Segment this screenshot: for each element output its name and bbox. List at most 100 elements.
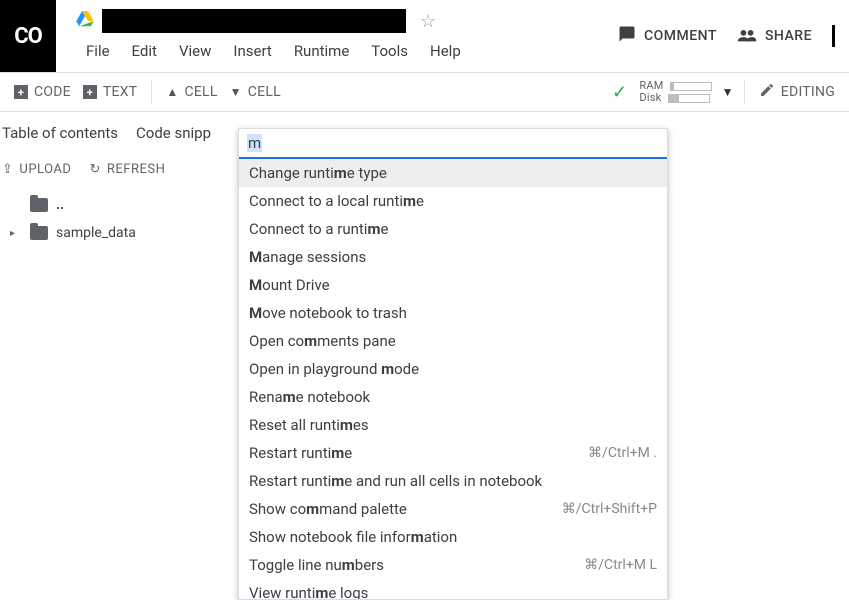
tab-table-of-contents[interactable]: Table of contents xyxy=(2,124,118,142)
palette-item-label: Toggle line numbers xyxy=(249,556,384,574)
palette-item[interactable]: Reset all runtimes xyxy=(239,411,667,439)
palette-item-label: Restart runtime and run all cells in not… xyxy=(249,472,542,490)
plus-icon: + xyxy=(14,85,28,99)
menu-tools[interactable]: Tools xyxy=(361,38,418,64)
folder-icon xyxy=(30,198,48,212)
tb-insert-group: + CODE + TEXT xyxy=(0,73,151,111)
tb-mode-group: EDITING xyxy=(745,73,849,111)
palette-item-label: Open in playground mode xyxy=(249,360,419,378)
header-actions: COMMENT SHARE xyxy=(618,0,849,72)
toolbar: + CODE + TEXT ▲ CELL ▼CELL ✓ RAM Disk ▼ EDI… xyxy=(0,72,849,112)
palette-item-label: Show command palette xyxy=(249,500,407,518)
palette-item-label: Open comments pane xyxy=(249,332,396,350)
refresh-label: REFRESH xyxy=(107,162,165,177)
palette-item[interactable]: Show notebook file information xyxy=(239,523,667,551)
menu-bar: FileEditViewInsertRuntimeToolsHelp xyxy=(76,36,618,66)
palette-item-label: Mount Drive xyxy=(249,276,330,294)
palette-item[interactable]: Restart runtime and run all cells in not… xyxy=(239,467,667,495)
arrow-down-icon: ▼ xyxy=(230,85,242,99)
command-palette: m Change runtime type Connect to a local … xyxy=(238,128,668,600)
palette-item[interactable]: Open comments pane xyxy=(239,327,667,355)
cell-up-label: CELL xyxy=(184,84,217,100)
folder-label: sample_data xyxy=(56,225,136,241)
chevron-right-icon: ▸ xyxy=(10,228,22,239)
header: CO ☆ FileEditViewInsertRuntimeToolsHelp … xyxy=(0,0,849,72)
palette-item[interactable]: Toggle line numbers⌘/Ctrl+M L xyxy=(239,551,667,579)
upload-button[interactable]: ⇪ UPLOAD xyxy=(2,162,71,177)
share-icon xyxy=(737,26,757,47)
palette-item-label: Connect to a local runtime xyxy=(249,192,424,210)
connected-check-icon: ✓ xyxy=(612,82,627,103)
resource-meter[interactable]: RAM Disk xyxy=(639,80,711,104)
arrow-up-icon: ▲ xyxy=(166,85,178,99)
palette-item[interactable]: Restart runtime ⌘/Ctrl+M . xyxy=(239,439,667,467)
palette-search-input[interactable]: m xyxy=(239,129,667,159)
refresh-icon: ↻ xyxy=(89,162,100,177)
palette-item[interactable]: Open in playground mode xyxy=(239,355,667,383)
star-icon[interactable]: ☆ xyxy=(420,11,436,32)
palette-item[interactable]: View runtime logs xyxy=(239,579,667,599)
sidebar: Table of contents Code snipp ⇪ UPLOAD ↻ RE… xyxy=(0,112,240,577)
add-code-button[interactable]: + CODE xyxy=(14,84,71,100)
tb-cell-group: ▲ CELL ▼CELL xyxy=(152,73,295,111)
text-label: TEXT xyxy=(103,84,137,100)
plus-icon: + xyxy=(83,85,97,99)
palette-item[interactable]: Change runtime type xyxy=(239,159,667,187)
palette-item[interactable]: Move notebook to trash xyxy=(239,299,667,327)
palette-list: Change runtime type Connect to a local ru… xyxy=(239,159,667,599)
folder-row[interactable]: ▸ sample_data xyxy=(10,219,240,247)
folder-icon xyxy=(30,226,48,240)
comment-button[interactable]: COMMENT xyxy=(618,25,717,48)
add-text-button[interactable]: + TEXT xyxy=(83,84,137,100)
palette-item[interactable]: Connect to a runtime xyxy=(239,215,667,243)
upload-label: UPLOAD xyxy=(19,162,71,177)
cell-up-button[interactable]: ▲ CELL xyxy=(166,84,217,100)
palette-item[interactable]: Show command palette ⌘/Ctrl+Shift+P xyxy=(239,495,667,523)
palette-item-label: Rename notebook xyxy=(249,388,370,406)
palette-item-label: Restart runtime xyxy=(249,444,352,462)
parent-dir-label: .. xyxy=(56,197,64,213)
palette-item-label: Change runtime type xyxy=(249,164,387,182)
disk-label: Disk xyxy=(639,92,661,104)
sidebar-tabs: Table of contents Code snipp xyxy=(0,120,240,152)
drive-icon xyxy=(76,11,94,31)
editing-mode-button[interactable]: EDITING xyxy=(759,82,835,102)
palette-item[interactable]: Manage sessions xyxy=(239,243,667,271)
tab-code-snippets[interactable]: Code snipp xyxy=(136,124,211,142)
menu-edit[interactable]: Edit xyxy=(122,38,167,64)
menu-runtime[interactable]: Runtime xyxy=(284,38,359,64)
code-label: CODE xyxy=(34,84,71,100)
palette-item-label: Manage sessions xyxy=(249,248,366,266)
palette-item-label: Connect to a runtime xyxy=(249,220,388,238)
palette-item-label: Move notebook to trash xyxy=(249,304,407,322)
cell-down-button[interactable]: ▼CELL xyxy=(230,84,281,100)
share-button[interactable]: SHARE xyxy=(737,26,812,47)
palette-item[interactable]: Rename notebook xyxy=(239,383,667,411)
palette-item[interactable]: Mount Drive xyxy=(239,271,667,299)
palette-query: m xyxy=(247,134,262,152)
resource-dropdown-icon[interactable]: ▼ xyxy=(722,85,734,99)
palette-item-label: Reset all runtimes xyxy=(249,416,369,434)
colab-logo[interactable]: CO xyxy=(0,0,56,72)
menu-view[interactable]: View xyxy=(169,38,221,64)
palette-item-label: Show notebook file information xyxy=(249,528,457,546)
upload-icon: ⇪ xyxy=(2,162,13,177)
share-label: SHARE xyxy=(765,28,812,44)
notebook-title[interactable] xyxy=(102,9,406,33)
menu-help[interactable]: Help xyxy=(420,38,471,64)
comment-label: COMMENT xyxy=(644,28,717,44)
parent-dir-row[interactable]: .. xyxy=(10,191,240,219)
refresh-button[interactable]: ↻ REFRESH xyxy=(89,162,165,177)
title-row: ☆ xyxy=(76,0,618,36)
sidebar-tools: ⇪ UPLOAD ↻ REFRESH xyxy=(0,152,240,191)
pencil-icon xyxy=(759,82,775,102)
palette-item-shortcut: ⌘/Ctrl+Shift+P xyxy=(562,501,657,517)
vbar xyxy=(832,25,835,47)
palette-item-shortcut: ⌘/Ctrl+M . xyxy=(588,445,657,461)
menu-file[interactable]: File xyxy=(76,38,120,64)
menu-insert[interactable]: Insert xyxy=(223,38,281,64)
editing-label: EDITING xyxy=(781,84,835,100)
palette-item-label: View runtime logs xyxy=(249,584,368,599)
palette-item[interactable]: Connect to a local runtime xyxy=(239,187,667,215)
file-tree: .. ▸ sample_data xyxy=(0,191,240,247)
